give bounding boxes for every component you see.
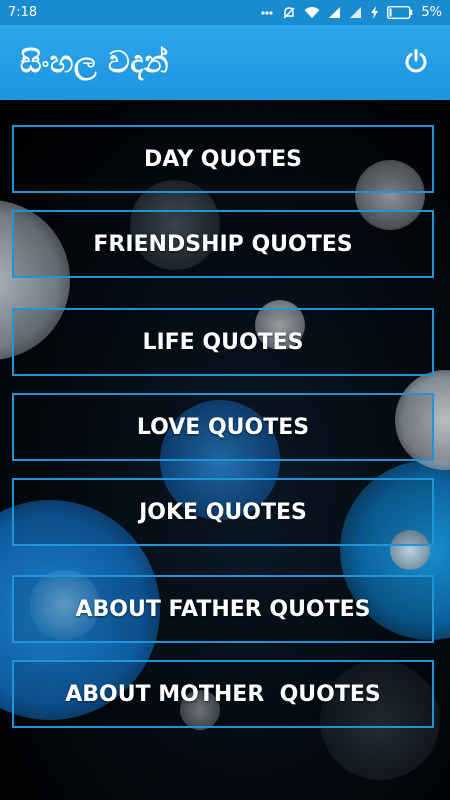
power-button[interactable] (402, 48, 430, 78)
joke-quotes-button[interactable]: JOKE QUOTES (12, 478, 434, 546)
alarm-icon (282, 6, 296, 20)
battery-percent: 5% (421, 5, 442, 20)
charging-icon (370, 6, 379, 19)
wifi-icon (304, 6, 320, 19)
day-quotes-button[interactable]: DAY QUOTES (12, 125, 434, 193)
menu-label: ABOUT MOTHER QUOTES (65, 681, 381, 707)
status-time: 7:18 (8, 5, 38, 20)
about-mother-quotes-button[interactable]: ABOUT MOTHER QUOTES (12, 660, 434, 728)
mute-icon (260, 6, 274, 20)
menu-label: LIFE QUOTES (142, 329, 304, 355)
menu-label: ABOUT FATHER QUOTES (75, 596, 371, 622)
app-bar: සිංහල වදන් (0, 25, 450, 100)
quote-category-menu: DAY QUOTES FRIENDSHIP QUOTES LIFE QUOTES… (0, 100, 450, 800)
about-father-quotes-button[interactable]: ABOUT FATHER QUOTES (12, 575, 434, 643)
menu-label: JOKE QUOTES (139, 499, 307, 525)
life-quotes-button[interactable]: LIFE QUOTES (12, 308, 434, 376)
menu-label: LOVE QUOTES (136, 414, 310, 440)
status-icons: 5% (260, 5, 442, 20)
app-title: සිංහල වදන් (20, 45, 169, 80)
menu-label: DAY QUOTES (144, 146, 302, 172)
signal-icon (328, 6, 341, 19)
signal-icon (349, 6, 362, 19)
battery-icon (387, 6, 413, 19)
friendship-quotes-button[interactable]: FRIENDSHIP QUOTES (12, 210, 434, 278)
power-icon (403, 48, 429, 78)
status-bar: 7:18 5% (0, 0, 450, 25)
love-quotes-button[interactable]: LOVE QUOTES (12, 393, 434, 461)
menu-label: FRIENDSHIP QUOTES (93, 231, 353, 257)
